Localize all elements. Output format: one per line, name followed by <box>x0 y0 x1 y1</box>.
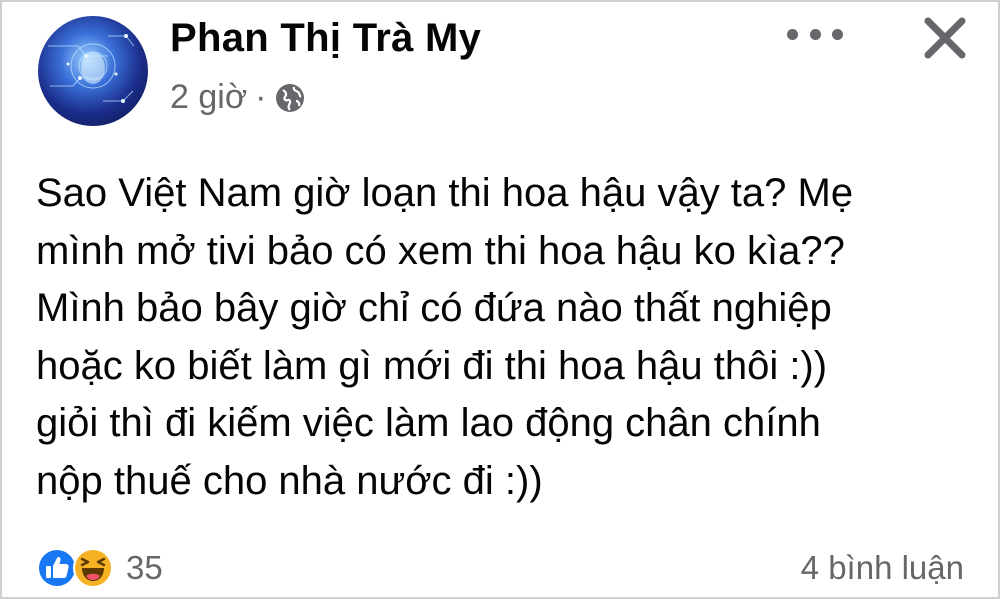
post-card: Phan Thị Trà My 2 giờ · Sao Việt Nam giờ… <box>0 0 1000 599</box>
close-icon[interactable] <box>920 13 970 63</box>
more-dot <box>787 28 798 40</box>
avatar-image <box>48 34 135 103</box>
post-text-line: Mình bảo bây giờ chỉ có đứa nào thất ngh… <box>36 286 832 330</box>
meta-separator: · <box>255 78 267 116</box>
more-options-icon[interactable] <box>787 19 843 49</box>
post-meta: 2 giờ · <box>170 78 306 117</box>
more-dot <box>809 28 821 40</box>
post-text-line: giỏi thì đi kiếm việc làm lao động chân … <box>36 401 821 445</box>
author-name[interactable]: Phan Thị Trà My <box>170 16 481 61</box>
reactions-summary[interactable]: 35 <box>36 547 163 589</box>
post-body: Sao Việt Nam giờ loạn thi hoa hậu vậy ta… <box>36 165 976 510</box>
post-time[interactable]: 2 giờ <box>170 78 247 117</box>
author-avatar[interactable] <box>38 16 148 126</box>
more-dot <box>832 28 843 40</box>
reaction-count: 35 <box>126 549 163 586</box>
post-text-line: nộp thuế cho nhà nước đi :)) <box>36 458 543 503</box>
globe-icon <box>276 83 305 112</box>
comments-count[interactable]: 4 bình luận <box>801 549 964 587</box>
post-text-line: mình mở tivi bảo có xem thi hoa hậu ko k… <box>36 228 845 273</box>
post-text-line: hoặc ko biết làm gì mới đi thi hoa hậu t… <box>36 343 828 388</box>
post-text-line: Sao Việt Nam giờ loạn thi hoa hậu vậy ta… <box>36 171 854 215</box>
haha-icon <box>73 548 113 588</box>
